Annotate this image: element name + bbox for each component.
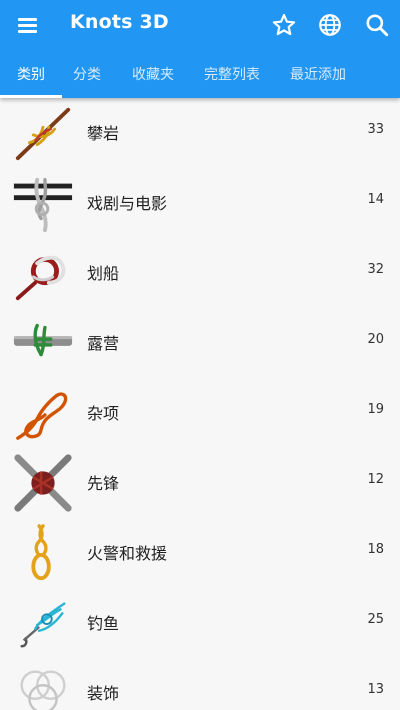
app-root: Knots 3D 类别 分类 收藏夹 完整列表 最近添加 攀岩 33 戏剧与电影… bbox=[0, 0, 400, 710]
list-item-climbing[interactable]: 攀岩 33 bbox=[0, 98, 400, 168]
menu-icon-line bbox=[18, 24, 37, 27]
fishing-knot-icon bbox=[12, 592, 74, 654]
tab-recently-added[interactable]: 最近添加 bbox=[290, 64, 346, 84]
star-outline-icon-graphic bbox=[272, 13, 296, 36]
list-item-boating[interactable]: 划船 32 bbox=[0, 238, 400, 308]
tab-categories[interactable]: 类别 bbox=[17, 64, 45, 84]
list-item-pioneering[interactable]: 先锋 12 bbox=[0, 448, 400, 518]
decorative-knot-graphic bbox=[20, 670, 66, 710]
theatre-knot-icon bbox=[12, 172, 74, 234]
theatre-knot-graphic bbox=[13, 177, 73, 233]
list-item-label: 杂项 bbox=[87, 404, 120, 423]
misc-knot-icon bbox=[12, 382, 74, 444]
list-item-label: 戏剧与电影 bbox=[87, 194, 168, 213]
list-item-label: 露营 bbox=[87, 334, 120, 353]
app-title: Knots 3D bbox=[70, 11, 169, 33]
category-list: 攀岩 33 戏剧与电影 14 划船 32 露营 20 杂项 19 先锋 12 火… bbox=[0, 98, 400, 710]
list-item-misc[interactable]: 杂项 19 bbox=[0, 378, 400, 448]
list-item-decorative[interactable]: 装饰 13 bbox=[0, 658, 400, 710]
list-item-fishing[interactable]: 钓鱼 25 bbox=[0, 588, 400, 658]
list-item-count: 20 bbox=[367, 332, 384, 347]
menu-icon-line bbox=[18, 18, 37, 21]
list-item-count: 32 bbox=[367, 262, 384, 277]
menu-icon[interactable] bbox=[17, 14, 39, 36]
list-item-label: 火警和救援 bbox=[87, 544, 168, 563]
list-item-rescue[interactable]: 火警和救援 18 bbox=[0, 518, 400, 588]
list-item-count: 14 bbox=[367, 192, 384, 207]
list-item-label: 装饰 bbox=[87, 684, 120, 703]
misc-knot-graphic bbox=[16, 392, 68, 440]
decorative-knot-icon bbox=[12, 662, 74, 710]
list-item-count: 33 bbox=[367, 122, 384, 137]
tab-favorites[interactable]: 收藏夹 bbox=[132, 64, 174, 84]
list-item-count: 19 bbox=[367, 402, 384, 417]
list-item-count: 12 bbox=[367, 472, 384, 487]
app-bar: Knots 3D 类别 分类 收藏夹 完整列表 最近添加 bbox=[0, 0, 400, 98]
boating-knot-graphic bbox=[15, 255, 66, 301]
globe-icon[interactable] bbox=[317, 12, 343, 38]
toolbar: Knots 3D bbox=[0, 0, 400, 50]
search-icon-graphic bbox=[366, 14, 389, 37]
list-item-count: 13 bbox=[367, 682, 384, 697]
menu-icon-line bbox=[18, 30, 37, 33]
list-item-camping[interactable]: 露营 20 bbox=[0, 308, 400, 378]
climbing-knot-graphic bbox=[15, 107, 71, 161]
active-tab-indicator bbox=[0, 95, 62, 98]
search-icon[interactable] bbox=[364, 12, 390, 38]
boating-knot-icon bbox=[12, 242, 74, 304]
tab-bar: 类别 分类 收藏夹 完整列表 最近添加 bbox=[0, 50, 400, 98]
list-item-label: 钓鱼 bbox=[87, 614, 120, 633]
list-item-label: 攀岩 bbox=[87, 124, 120, 143]
globe-icon-graphic bbox=[319, 14, 341, 36]
tab-full-list[interactable]: 完整列表 bbox=[204, 64, 260, 84]
camping-knot-graphic bbox=[13, 323, 73, 357]
list-item-label: 划船 bbox=[87, 264, 120, 283]
list-item-count: 25 bbox=[367, 612, 384, 627]
tab-classification[interactable]: 分类 bbox=[73, 64, 101, 84]
rescue-knot-graphic bbox=[31, 524, 51, 581]
camping-knot-icon bbox=[12, 312, 74, 374]
fishing-knot-graphic bbox=[20, 602, 66, 648]
list-item-theatre[interactable]: 戏剧与电影 14 bbox=[0, 168, 400, 238]
list-item-count: 18 bbox=[367, 542, 384, 557]
rescue-knot-icon bbox=[12, 522, 74, 584]
pioneering-knot-graphic bbox=[14, 454, 72, 512]
climbing-knot-icon bbox=[12, 102, 74, 164]
list-item-label: 先锋 bbox=[87, 474, 120, 493]
star-outline-icon[interactable] bbox=[271, 12, 297, 38]
pioneering-knot-icon bbox=[12, 452, 74, 514]
